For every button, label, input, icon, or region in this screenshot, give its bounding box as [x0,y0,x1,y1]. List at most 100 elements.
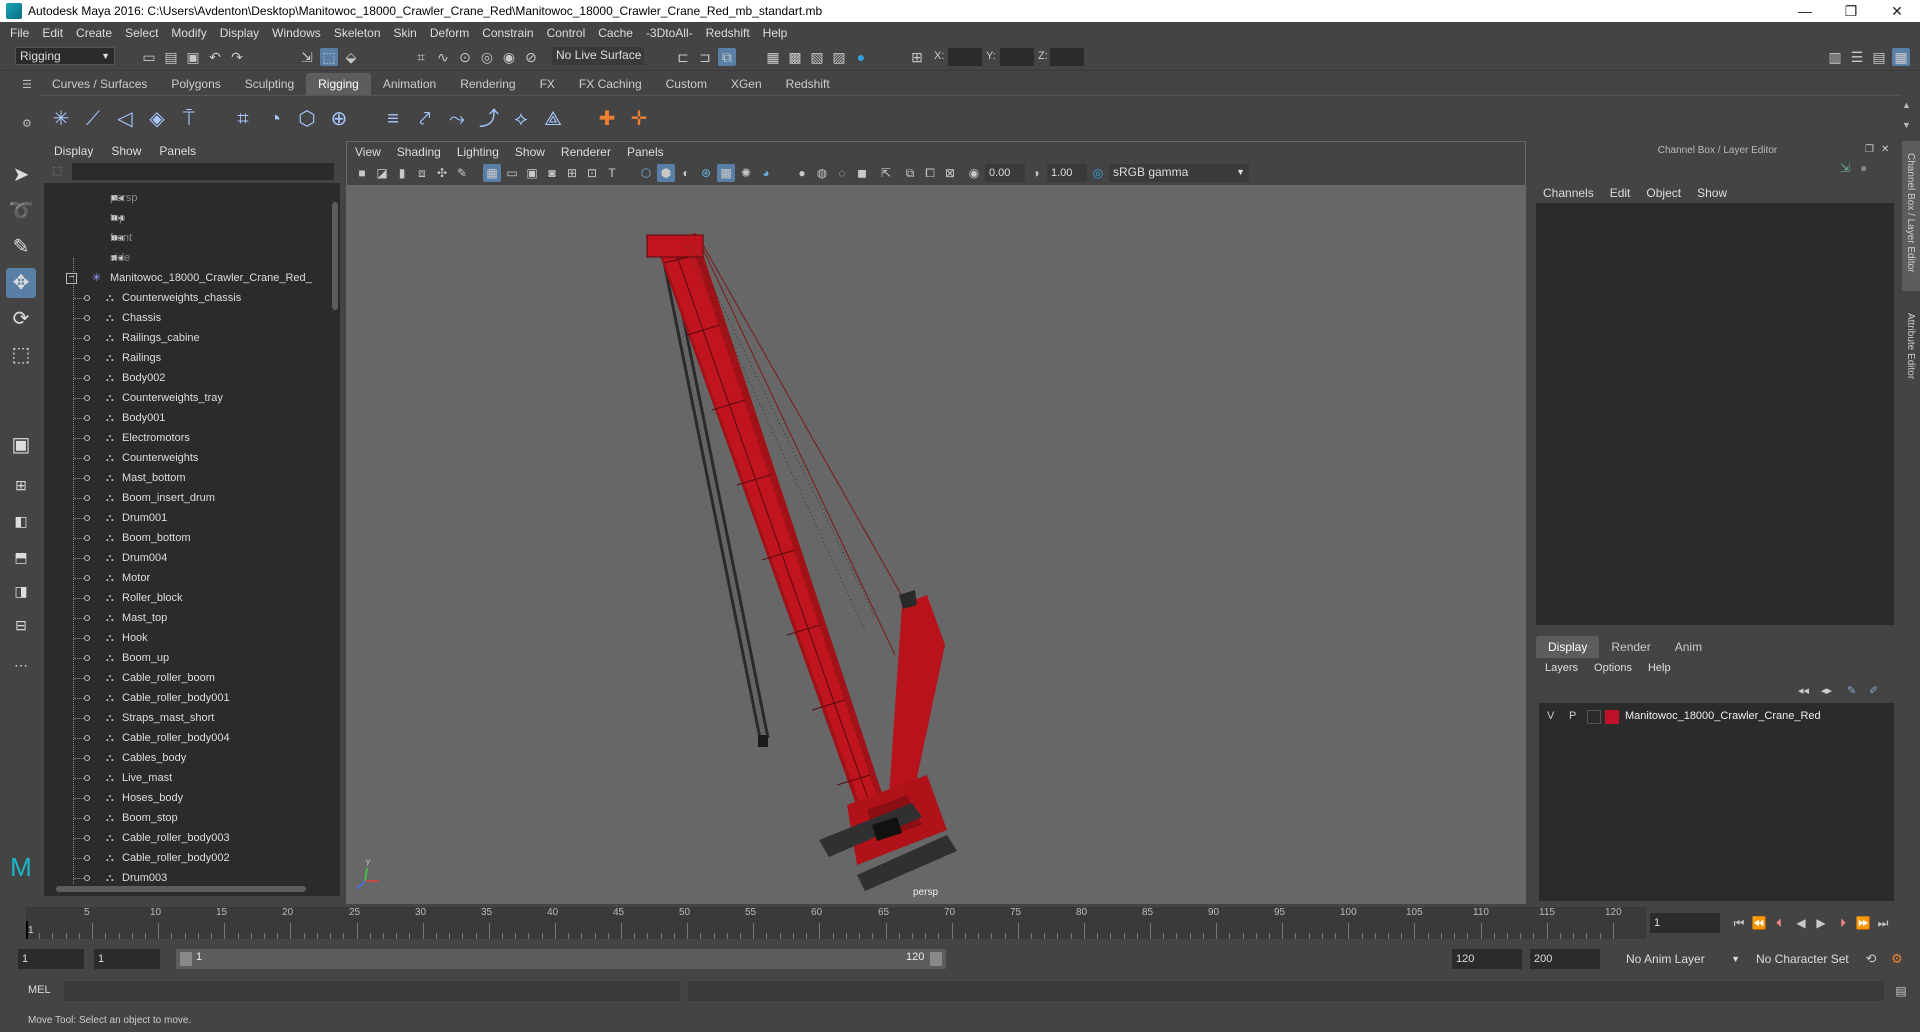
move-layer-down-icon[interactable]: ◂▸ [1821,684,1832,697]
resolution-gate-icon[interactable]: ▣ [523,164,541,182]
channel-box-toggle-icon[interactable]: ▦ [1892,48,1910,66]
bind-skin-icon[interactable]: ⬡ [294,106,320,132]
undo-icon[interactable]: ↶ [206,48,224,66]
render-settings-icon[interactable]: ▨ [830,48,848,66]
expand-dot-icon[interactable] [84,415,90,421]
time-slider[interactable]: 5 10 15 20 25 30 35 40 45 50 55 60 65 70 75 80 85 90 95 100… [26,907,1646,939]
tree-item[interactable]: ⛬ Cables_body [44,748,329,768]
persp-outliner-layout-icon[interactable]: ◧ [6,506,36,536]
layer-row[interactable]: V P Manitowoc_18000_Crawler_Crane_Red [1539,707,1894,727]
tree-item[interactable]: ⛬ Mast_bottom [44,468,329,488]
modeling-toolkit-icon[interactable]: ▥ [1826,48,1844,66]
layer-display-type-box[interactable] [1587,710,1601,724]
menu-constrain[interactable]: Constrain [482,26,533,40]
xray-joints-icon[interactable]: ⧠ [921,164,939,182]
snap-point-icon[interactable]: ⊙ [456,48,474,66]
outliner-search-input[interactable] [72,163,334,180]
tree-item[interactable]: ⛬ Boom_stop [44,808,329,828]
close-panel-icon[interactable]: ✕ [1881,144,1889,155]
wrap-icon[interactable]: ⤳ [444,106,470,132]
outliner-menu-display[interactable]: Display [54,144,93,158]
hypershade-icon[interactable]: ● [852,48,870,66]
anim-layer-dropdown[interactable]: No Anim Layer ▼ [1622,949,1744,969]
tree-item[interactable]: ⛬ Hoses_body [44,788,329,808]
minimize-button[interactable]: — [1782,0,1828,22]
tree-item[interactable]: ⛬ Drum004 [44,548,329,568]
y-field[interactable] [1000,48,1034,66]
tree-item[interactable]: ⛬ Counterweights_chassis [44,288,329,308]
viewport-menu-view[interactable]: View [355,145,381,159]
tree-item[interactable]: ⛬ Counterweights_tray [44,388,329,408]
menu-3dtoall[interactable]: -3DtoAll- [646,26,693,40]
color-management-icon[interactable]: ◎ [1089,164,1107,182]
single-perspective-layout-icon[interactable]: ▣ [6,430,36,460]
anim-prefs-icon[interactable]: ⚙ [1888,950,1906,968]
viewport-menu-shading[interactable]: Shading [397,145,441,159]
range-slider[interactable]: 1 120 [176,949,946,969]
tree-item[interactable]: ⛬ Roller_block [44,588,329,608]
expand-dot-icon[interactable] [84,735,90,741]
end-time-field[interactable]: 200 [1530,949,1600,969]
character-set-dropdown[interactable]: No Character Set [1752,949,1870,969]
expand-dot-icon[interactable] [84,355,90,361]
exposure-field[interactable]: 0.00 [985,164,1025,182]
scale-tool-icon[interactable]: ⬚ [6,340,36,370]
outliner-hscroll-thumb[interactable] [56,886,306,892]
expand-dot-icon[interactable] [84,755,90,761]
menu-help[interactable]: Help [763,26,788,40]
lasso-tool-icon[interactable]: ➰ [6,196,36,226]
gate-mask-icon[interactable]: ◙ [543,164,561,182]
tree-item[interactable]: ⛬ Straps_mast_short [44,708,329,728]
tree-item[interactable]: ⛬ Drum001 [44,508,329,528]
auto-key-icon[interactable]: ⟲ [1862,950,1880,968]
ik-handle-icon[interactable]: ⌗ [230,106,256,132]
script-editor-icon[interactable]: ▤ [1892,982,1910,1000]
expand-dot-icon[interactable] [84,695,90,701]
outliner-vscroll-thumb[interactable] [332,202,338,310]
select-hierarchy-icon[interactable]: ⇲ [298,48,316,66]
move-tool-icon[interactable]: ✥ [6,268,36,298]
expand-dot-icon[interactable] [84,475,90,481]
shelf-tab-redshift[interactable]: Redshift [774,73,842,95]
expand-dot-icon[interactable] [84,315,90,321]
expand-dot-icon[interactable] [84,575,90,581]
safe-title-icon[interactable]: T [603,164,621,182]
shelf-tab-xgen[interactable]: XGen [719,73,774,95]
tree-item-camera[interactable]: ■◂ top [44,208,329,228]
play-forwards-icon[interactable]: ▶ [1812,914,1830,932]
tree-item[interactable]: ⛬ Boom_insert_drum [44,488,329,508]
menu-deform[interactable]: Deform [430,26,469,40]
open-scene-icon[interactable]: ▤ [162,48,180,66]
menu-windows[interactable]: Windows [272,26,321,40]
tree-item-camera[interactable]: ■◂ side [44,248,329,268]
humanik-icon[interactable]: ⍑ [176,106,202,132]
shelf-menu-icon[interactable]: ☰ [22,78,32,91]
point-constraint-icon[interactable]: ✚ [594,106,620,132]
wire-icon[interactable]: ⟡ [508,106,534,132]
multisample-aa-icon[interactable]: ◌ [833,164,851,182]
shelf-tab-rendering[interactable]: Rendering [448,73,527,95]
select-component-icon[interactable]: ⬙ [342,48,360,66]
tree-item[interactable]: ⛬ Railings_cabine [44,328,329,348]
four-view-layout-icon[interactable]: ⊞ [6,470,36,500]
use-default-material-icon[interactable]: ◐ [677,164,695,182]
sculpt-deformer-icon[interactable]: ⟁ [540,106,566,132]
menu-cache[interactable]: Cache [598,26,633,40]
transform-mode-icon[interactable]: ⊞ [908,48,926,66]
shelf-settings-icon[interactable]: ⚙ [22,117,32,130]
side-tab-attribute-editor[interactable]: Attribute Editor [1902,301,1920,391]
safe-action-icon[interactable]: ⊡ [583,164,601,182]
snap-surface-icon[interactable]: ◉ [500,48,518,66]
start-time-field[interactable]: 1 [18,949,84,969]
menu-edit[interactable]: Edit [42,26,63,40]
cb-menu-channels[interactable]: Channels [1543,186,1594,200]
tree-item[interactable]: ⛬ Body001 [44,408,329,428]
tree-item-root[interactable]: − ✳ Manitowoc_18000_Crawler_Crane_Red_ [44,268,329,288]
shelf-tab-curves-surfaces[interactable]: Curves / Surfaces [40,73,159,95]
range-slider-end-handle[interactable] [930,952,942,966]
layer-name[interactable]: Manitowoc_18000_Crawler_Crane_Red [1625,710,1821,722]
ipr-render-icon[interactable]: ▧ [808,48,826,66]
exposure-icon[interactable]: ◉ [965,164,983,182]
expand-dot-icon[interactable] [84,635,90,641]
expand-dot-icon[interactable] [84,795,90,801]
